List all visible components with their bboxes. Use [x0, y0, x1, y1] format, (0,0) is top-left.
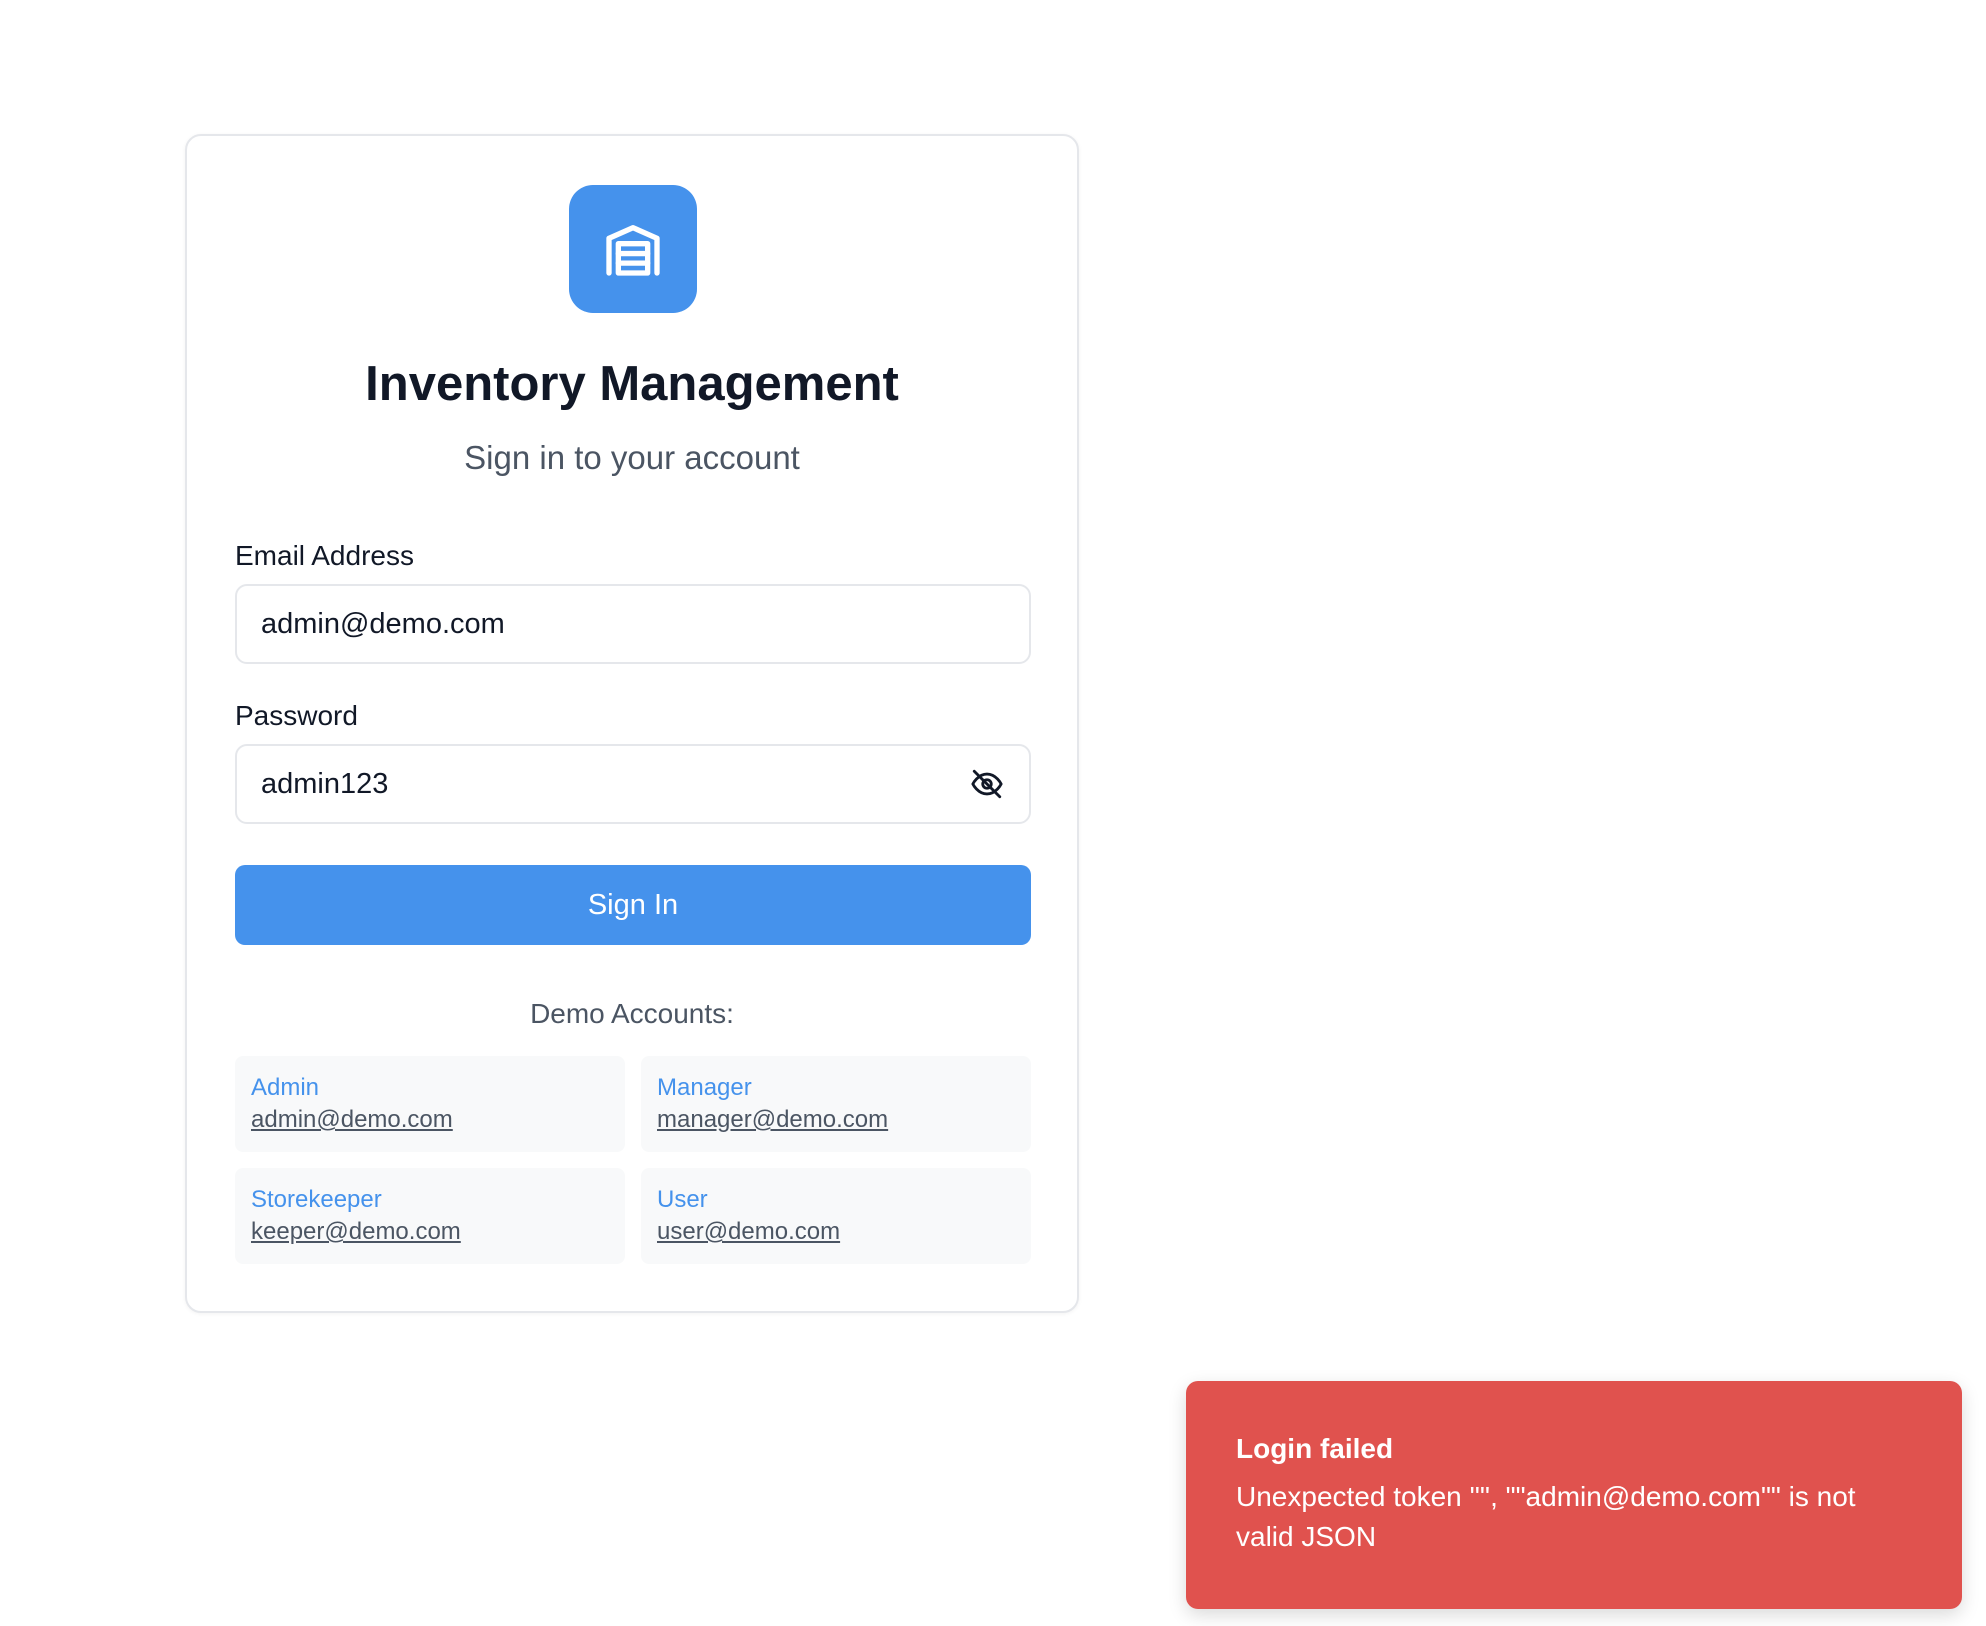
demo-account-role: Manager	[657, 1074, 752, 1101]
demo-account-email[interactable]: user@demo.com	[657, 1216, 1015, 1248]
password-value[interactable]: admin123	[261, 768, 969, 801]
email-value[interactable]: admin@demo.com	[261, 608, 1005, 641]
app-logo	[569, 185, 697, 313]
demo-account-email[interactable]: manager@demo.com	[657, 1104, 1015, 1136]
demo-account-role: User	[657, 1186, 708, 1213]
page-subtitle: Sign in to your account	[464, 439, 800, 476]
toast-message: Unexpected token '"', ""admin@demo.com""…	[1236, 1481, 1856, 1552]
demo-account-email[interactable]: keeper@demo.com	[251, 1216, 609, 1248]
demo-account-manager[interactable]: Manager manager@demo.com	[641, 1056, 1031, 1152]
email-label: Email Address	[235, 540, 414, 571]
password-label: Password	[235, 700, 358, 731]
demo-account-role: Storekeeper	[251, 1186, 382, 1213]
warehouse-icon	[606, 225, 660, 276]
login-page: Inventory Management Sign in to your acc…	[0, 0, 1986, 1626]
password-field[interactable]: admin123	[235, 744, 1031, 824]
demo-account-email[interactable]: admin@demo.com	[251, 1104, 609, 1136]
sign-in-button[interactable]: Sign In	[235, 865, 1031, 945]
demo-account-storekeeper[interactable]: Storekeeper keeper@demo.com	[235, 1168, 625, 1264]
page-title: Inventory Management	[365, 357, 899, 411]
login-card: Inventory Management Sign in to your acc…	[185, 134, 1079, 1313]
error-toast[interactable]: Login failed Unexpected token '"', ""adm…	[1186, 1381, 1962, 1609]
demo-account-admin[interactable]: Admin admin@demo.com	[235, 1056, 625, 1152]
demo-accounts-title: Demo Accounts:	[530, 998, 734, 1029]
eye-off-icon[interactable]	[969, 766, 1005, 802]
demo-account-role: Admin	[251, 1074, 320, 1101]
toast-title: Login failed	[1236, 1433, 1394, 1464]
email-field[interactable]: admin@demo.com	[235, 584, 1031, 664]
demo-account-user[interactable]: User user@demo.com	[641, 1168, 1031, 1264]
